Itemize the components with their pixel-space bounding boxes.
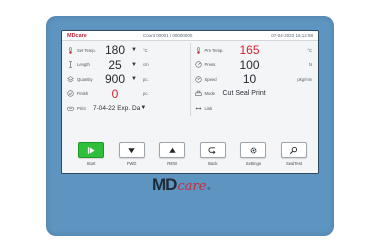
length-icon xyxy=(67,61,74,68)
count-readout: Count 00001 / 00000000 xyxy=(142,33,193,38)
brand-logo: MD care ® xyxy=(152,175,210,195)
print-label: Print xyxy=(77,105,86,111)
set-temp-dropdown-icon[interactable]: ▼ xyxy=(129,47,139,53)
parameter-grid: Set Temp. 180 ▼ °C Pre Temp. 165 °C Leng… xyxy=(62,41,318,131)
settings-button[interactable] xyxy=(240,142,267,158)
set-temp-unit: °C xyxy=(143,47,148,53)
mode-label: Mode xyxy=(204,91,215,97)
set-temp-value[interactable]: 180 xyxy=(101,43,129,57)
param-row: Print 7-04-22 Exp. Da ▼ Link xyxy=(67,101,314,116)
pre-temp-unit: °C xyxy=(307,47,312,53)
sealtest-button-group: SealTest xyxy=(279,138,309,173)
up-arrow-icon xyxy=(169,147,176,153)
stack-icon xyxy=(67,76,74,83)
length-value[interactable]: 25 xyxy=(101,58,129,72)
fwd-button-group: FWD xyxy=(117,138,147,173)
link-cell[interactable]: Link xyxy=(191,101,315,116)
start-label: Start xyxy=(86,161,96,166)
quantity-value[interactable]: 900 xyxy=(101,72,129,86)
start-button[interactable] xyxy=(78,142,104,158)
back-label: Back xyxy=(208,161,218,166)
start-button-group: Start xyxy=(76,138,106,173)
param-row: Length 25 ▼ cm Press. 100 N xyxy=(67,57,315,73)
length-label: Length xyxy=(77,62,90,68)
status-logo: MDcare xyxy=(67,32,87,39)
quantity-cell[interactable]: Quantity 900 ▼ pc. xyxy=(67,72,191,87)
back-button-group: Back xyxy=(198,138,228,173)
search-icon xyxy=(290,146,298,154)
play-icon xyxy=(87,146,95,154)
check-circle-icon xyxy=(67,90,74,97)
length-cell[interactable]: Length 25 ▼ cm xyxy=(67,57,191,72)
brand-trademark: ® xyxy=(207,186,211,191)
thermometer-icon xyxy=(195,46,202,54)
speed-unit: pkg/min xyxy=(297,76,312,82)
quantity-dropdown-icon[interactable]: ▼ xyxy=(129,76,139,82)
param-row: Quantity 900 ▼ pc. Speed 10 pkg/min xyxy=(67,72,314,87)
finish-value: 0 xyxy=(111,86,119,101)
quantity-label: Quantity xyxy=(77,76,93,82)
print-icon xyxy=(67,105,74,112)
touch-screen: MDcare Count 00001 / 00000000 07-04-2022… xyxy=(61,30,319,174)
printer-icon xyxy=(194,90,202,97)
press-cell[interactable]: Press. 100 N xyxy=(191,58,315,73)
press-unit: N xyxy=(308,62,312,68)
press-value[interactable]: 100 xyxy=(229,58,271,72)
fwd-label: FWD xyxy=(126,161,137,166)
down-arrow-icon xyxy=(128,147,135,153)
speed-cell[interactable]: Speed 10 pkg/min xyxy=(191,72,315,87)
param-row: Set Temp. 180 ▼ °C Pre Temp. 165 °C xyxy=(67,43,314,58)
sealtest-label: SealTest xyxy=(285,161,302,166)
speed-label: Speed xyxy=(204,76,217,82)
link-icon xyxy=(195,105,202,112)
brand-md: MD xyxy=(152,175,177,194)
quantity-unit: pc. xyxy=(143,76,149,82)
press-label: Press. xyxy=(204,62,217,68)
rew-button-group: REW xyxy=(157,138,187,173)
link-label: Link xyxy=(204,105,213,111)
rew-button[interactable] xyxy=(159,142,186,158)
sealtest-button[interactable] xyxy=(280,142,307,158)
speed-value[interactable]: 10 xyxy=(229,72,271,86)
speed-icon xyxy=(194,76,202,83)
print-value[interactable]: 7-04-22 Exp. Da xyxy=(93,105,140,112)
brand-care: care xyxy=(177,179,207,194)
print-cell[interactable]: Print 7-04-22 Exp. Da ▼ xyxy=(67,101,191,116)
rew-label: REW xyxy=(167,161,178,166)
settings-label: Settings xyxy=(245,161,261,166)
bottom-toolbar: Start FWD REW Back Settings SealTest xyxy=(62,138,318,173)
device-bezel: MDcare Count 00001 / 00000000 07-04-2022… xyxy=(46,16,334,236)
pre-temp-value[interactable]: 165 xyxy=(229,43,271,57)
gear-icon xyxy=(250,147,257,153)
mode-value[interactable]: Cut Seal Print xyxy=(223,90,266,97)
set-temp-label: Set Temp. xyxy=(77,47,96,53)
datetime-readout: 07-04-2022 16:12:58 xyxy=(271,33,313,38)
finish-cell: Finish 0 pc. xyxy=(67,86,191,101)
settings-button-group: Settings xyxy=(238,138,268,173)
thermometer-icon xyxy=(67,46,74,54)
mode-cell[interactable]: Mode Cut Seal Print xyxy=(191,87,315,102)
finish-label: Finish xyxy=(77,91,89,97)
pre-temp-label: Pre Temp. xyxy=(204,47,224,53)
fwd-button[interactable] xyxy=(118,142,145,158)
length-dropdown-icon[interactable]: ▼ xyxy=(129,62,139,68)
gauge-icon xyxy=(194,61,202,68)
param-row: Finish 0 pc. Mode Cut Seal Print xyxy=(67,86,315,102)
length-unit: cm xyxy=(143,62,149,68)
back-icon xyxy=(208,146,216,154)
pre-temp-cell[interactable]: Pre Temp. 165 °C xyxy=(191,43,315,58)
set-temp-cell[interactable]: Set Temp. 180 ▼ °C xyxy=(67,43,191,58)
back-button[interactable] xyxy=(199,142,226,158)
print-dropdown-icon[interactable]: ▼ xyxy=(140,105,146,111)
status-bar: MDcare Count 00001 / 00000000 07-04-2022… xyxy=(62,31,318,41)
finish-unit: pc. xyxy=(143,91,149,97)
